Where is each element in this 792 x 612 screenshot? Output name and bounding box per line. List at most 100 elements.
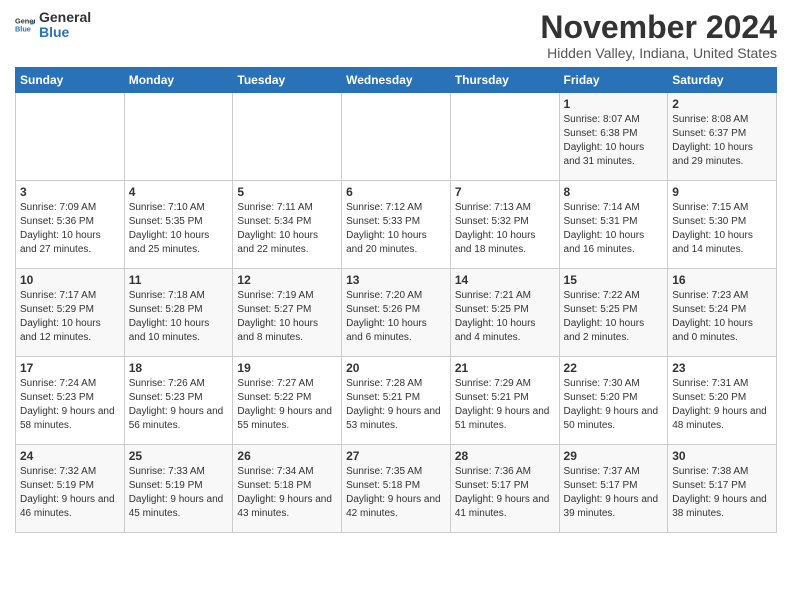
sunset-label: Sunset: 5:31 PM	[564, 216, 638, 227]
sunset-label: Sunset: 5:23 PM	[20, 392, 94, 403]
day-info: Sunrise: 7:36 AM Sunset: 5:17 PM Dayligh…	[455, 465, 555, 521]
day-info: Sunrise: 7:35 AM Sunset: 5:18 PM Dayligh…	[346, 465, 446, 521]
sunrise-label: Sunrise: 7:29 AM	[455, 378, 531, 389]
sunrise-label: Sunrise: 8:07 AM	[564, 114, 640, 125]
daylight-label: Daylight: 10 hours and 12 minutes.	[20, 318, 101, 343]
sunset-label: Sunset: 5:18 PM	[346, 480, 420, 491]
calendar-cell: 16 Sunrise: 7:23 AM Sunset: 5:24 PM Dayl…	[668, 269, 777, 357]
calendar-cell: 26 Sunrise: 7:34 AM Sunset: 5:18 PM Dayl…	[233, 445, 342, 533]
calendar-cell: 11 Sunrise: 7:18 AM Sunset: 5:28 PM Dayl…	[124, 269, 233, 357]
daylight-label: Daylight: 10 hours and 22 minutes.	[237, 230, 318, 255]
calendar-cell: 14 Sunrise: 7:21 AM Sunset: 5:25 PM Dayl…	[450, 269, 559, 357]
sunrise-label: Sunrise: 7:15 AM	[672, 202, 748, 213]
day-number: 1	[564, 97, 664, 111]
sunrise-label: Sunrise: 7:14 AM	[564, 202, 640, 213]
logo: General Blue General Blue	[15, 10, 91, 41]
calendar-cell: 5 Sunrise: 7:11 AM Sunset: 5:34 PM Dayli…	[233, 181, 342, 269]
daylight-label: Daylight: 10 hours and 4 minutes.	[455, 318, 536, 343]
sunset-label: Sunset: 6:37 PM	[672, 128, 746, 139]
day-info: Sunrise: 7:19 AM Sunset: 5:27 PM Dayligh…	[237, 289, 337, 345]
day-info: Sunrise: 7:10 AM Sunset: 5:35 PM Dayligh…	[129, 201, 229, 257]
calendar-week-1: 1 Sunrise: 8:07 AM Sunset: 6:38 PM Dayli…	[16, 93, 777, 181]
day-info: Sunrise: 7:28 AM Sunset: 5:21 PM Dayligh…	[346, 377, 446, 433]
sunrise-label: Sunrise: 7:11 AM	[237, 202, 312, 213]
day-number: 23	[672, 361, 772, 375]
day-number: 5	[237, 185, 337, 199]
daylight-label: Daylight: 9 hours and 39 minutes.	[564, 494, 659, 519]
day-number: 7	[455, 185, 555, 199]
day-info: Sunrise: 7:24 AM Sunset: 5:23 PM Dayligh…	[20, 377, 120, 433]
sunset-label: Sunset: 5:20 PM	[564, 392, 638, 403]
daylight-label: Daylight: 9 hours and 50 minutes.	[564, 406, 659, 431]
header-sunday: Sunday	[16, 68, 125, 93]
day-number: 29	[564, 449, 664, 463]
calendar-cell: 18 Sunrise: 7:26 AM Sunset: 5:23 PM Dayl…	[124, 357, 233, 445]
day-info: Sunrise: 7:22 AM Sunset: 5:25 PM Dayligh…	[564, 289, 664, 345]
sunset-label: Sunset: 5:24 PM	[672, 304, 746, 315]
sunrise-label: Sunrise: 7:12 AM	[346, 202, 422, 213]
sunrise-label: Sunrise: 7:34 AM	[237, 466, 313, 477]
daylight-label: Daylight: 9 hours and 55 minutes.	[237, 406, 332, 431]
calendar-cell: 10 Sunrise: 7:17 AM Sunset: 5:29 PM Dayl…	[16, 269, 125, 357]
day-number: 21	[455, 361, 555, 375]
calendar-cell: 29 Sunrise: 7:37 AM Sunset: 5:17 PM Dayl…	[559, 445, 668, 533]
daylight-label: Daylight: 9 hours and 42 minutes.	[346, 494, 441, 519]
daylight-label: Daylight: 9 hours and 38 minutes.	[672, 494, 767, 519]
daylight-label: Daylight: 10 hours and 14 minutes.	[672, 230, 753, 255]
calendar-cell: 15 Sunrise: 7:22 AM Sunset: 5:25 PM Dayl…	[559, 269, 668, 357]
sunrise-label: Sunrise: 8:08 AM	[672, 114, 748, 125]
daylight-label: Daylight: 9 hours and 48 minutes.	[672, 406, 767, 431]
calendar-cell: 28 Sunrise: 7:36 AM Sunset: 5:17 PM Dayl…	[450, 445, 559, 533]
day-info: Sunrise: 7:34 AM Sunset: 5:18 PM Dayligh…	[237, 465, 337, 521]
sunset-label: Sunset: 5:17 PM	[672, 480, 746, 491]
sunrise-label: Sunrise: 7:10 AM	[129, 202, 205, 213]
calendar-cell: 3 Sunrise: 7:09 AM Sunset: 5:36 PM Dayli…	[16, 181, 125, 269]
calendar-cell: 19 Sunrise: 7:27 AM Sunset: 5:22 PM Dayl…	[233, 357, 342, 445]
logo-blue: Blue	[39, 25, 91, 40]
calendar-cell: 21 Sunrise: 7:29 AM Sunset: 5:21 PM Dayl…	[450, 357, 559, 445]
day-info: Sunrise: 7:33 AM Sunset: 5:19 PM Dayligh…	[129, 465, 229, 521]
daylight-label: Daylight: 9 hours and 41 minutes.	[455, 494, 550, 519]
calendar-cell: 23 Sunrise: 7:31 AM Sunset: 5:20 PM Dayl…	[668, 357, 777, 445]
sunset-label: Sunset: 5:32 PM	[455, 216, 529, 227]
sunrise-label: Sunrise: 7:19 AM	[237, 290, 313, 301]
sunset-label: Sunset: 5:25 PM	[455, 304, 529, 315]
sunset-label: Sunset: 5:19 PM	[129, 480, 203, 491]
calendar-cell: 12 Sunrise: 7:19 AM Sunset: 5:27 PM Dayl…	[233, 269, 342, 357]
sunset-label: Sunset: 5:30 PM	[672, 216, 746, 227]
sunset-label: Sunset: 5:25 PM	[564, 304, 638, 315]
calendar-cell: 4 Sunrise: 7:10 AM Sunset: 5:35 PM Dayli…	[124, 181, 233, 269]
day-number: 2	[672, 97, 772, 111]
sunset-label: Sunset: 5:28 PM	[129, 304, 203, 315]
day-info: Sunrise: 7:30 AM Sunset: 5:20 PM Dayligh…	[564, 377, 664, 433]
sunrise-label: Sunrise: 7:17 AM	[20, 290, 96, 301]
page-subtitle: Hidden Valley, Indiana, United States	[540, 45, 777, 61]
header-thursday: Thursday	[450, 68, 559, 93]
calendar-cell: 25 Sunrise: 7:33 AM Sunset: 5:19 PM Dayl…	[124, 445, 233, 533]
sunset-label: Sunset: 5:23 PM	[129, 392, 203, 403]
calendar-cell: 22 Sunrise: 7:30 AM Sunset: 5:20 PM Dayl…	[559, 357, 668, 445]
calendar-week-2: 3 Sunrise: 7:09 AM Sunset: 5:36 PM Dayli…	[16, 181, 777, 269]
day-info: Sunrise: 8:08 AM Sunset: 6:37 PM Dayligh…	[672, 113, 772, 169]
sunset-label: Sunset: 5:36 PM	[20, 216, 94, 227]
sunrise-label: Sunrise: 7:23 AM	[672, 290, 748, 301]
sunrise-label: Sunrise: 7:27 AM	[237, 378, 313, 389]
sunset-label: Sunset: 5:22 PM	[237, 392, 311, 403]
day-number: 12	[237, 273, 337, 287]
sunset-label: Sunset: 5:29 PM	[20, 304, 94, 315]
day-number: 6	[346, 185, 446, 199]
sunset-label: Sunset: 5:33 PM	[346, 216, 420, 227]
day-info: Sunrise: 7:31 AM Sunset: 5:20 PM Dayligh…	[672, 377, 772, 433]
sunrise-label: Sunrise: 7:09 AM	[20, 202, 96, 213]
day-number: 10	[20, 273, 120, 287]
calendar-cell: 30 Sunrise: 7:38 AM Sunset: 5:17 PM Dayl…	[668, 445, 777, 533]
sunrise-label: Sunrise: 7:32 AM	[20, 466, 96, 477]
header-tuesday: Tuesday	[233, 68, 342, 93]
sunrise-label: Sunrise: 7:22 AM	[564, 290, 640, 301]
sunset-label: Sunset: 5:27 PM	[237, 304, 311, 315]
sunrise-label: Sunrise: 7:36 AM	[455, 466, 531, 477]
day-info: Sunrise: 7:23 AM Sunset: 5:24 PM Dayligh…	[672, 289, 772, 345]
daylight-label: Daylight: 9 hours and 43 minutes.	[237, 494, 332, 519]
day-number: 28	[455, 449, 555, 463]
daylight-label: Daylight: 10 hours and 8 minutes.	[237, 318, 318, 343]
